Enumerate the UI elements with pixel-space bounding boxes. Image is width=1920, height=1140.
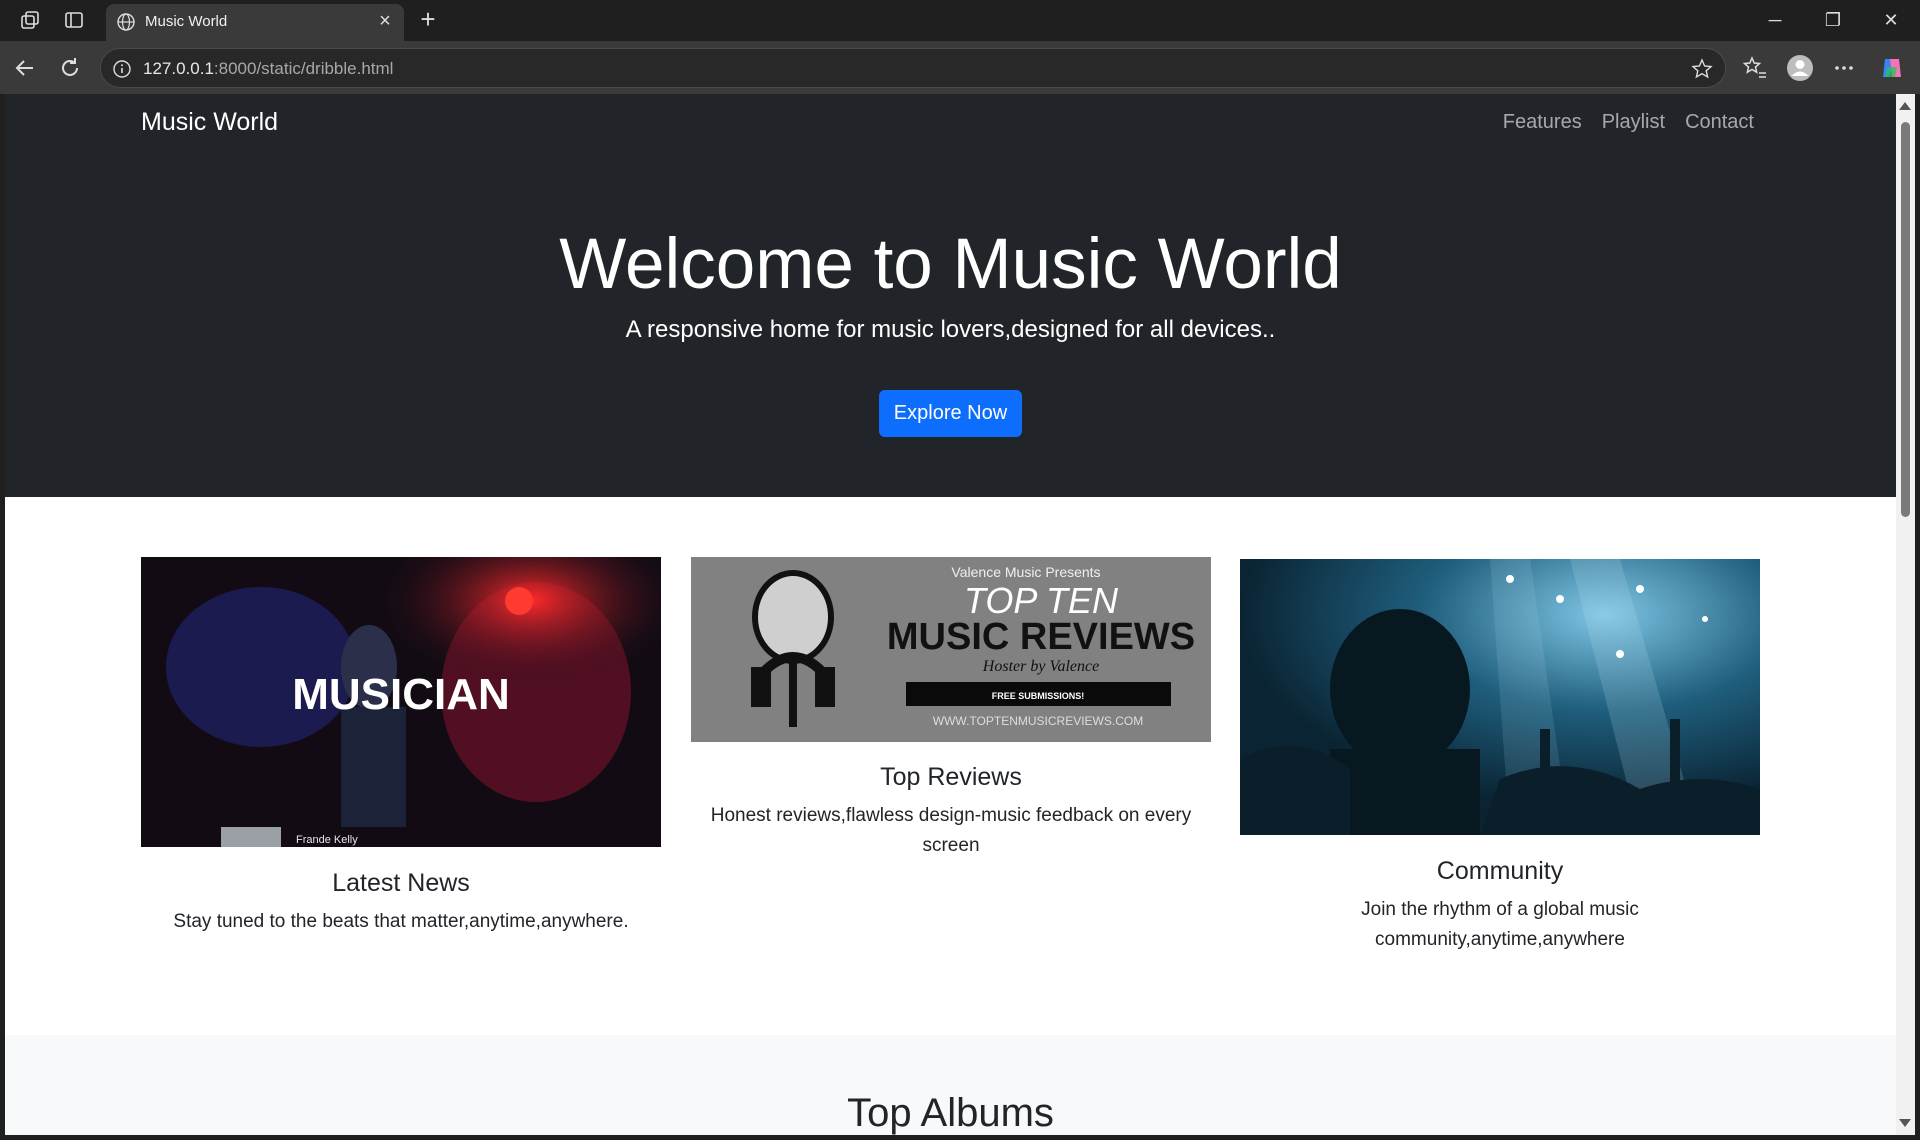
explore-now-button[interactable]: Explore Now: [879, 390, 1022, 437]
scroll-down-arrow-icon[interactable]: [1899, 1119, 1911, 1127]
hero-subtitle: A responsive home for music lovers,desig…: [625, 316, 1276, 343]
close-tab-icon[interactable]: ×: [374, 10, 396, 32]
restore-icon[interactable]: ❐: [1813, 6, 1853, 34]
musician-image: MUSICIAN Frande Kelly: [141, 557, 661, 847]
browser-tab[interactable]: Music World ×: [106, 4, 404, 41]
hero-title: Welcome to Music World: [559, 225, 1342, 304]
reviews-image-line2: MUSIC REVIEWS: [887, 616, 1195, 658]
copilot-icon[interactable]: [1877, 53, 1907, 83]
card-community: Community Join the rhythm of a global mu…: [1240, 559, 1760, 959]
scrollbar-thumb[interactable]: [1901, 122, 1910, 517]
card-title: Latest News: [332, 869, 470, 897]
top-ten-reviews-image: Valence Music Presents TOP TEN MUSIC REV…: [691, 557, 1211, 742]
minimize-icon[interactable]: ─: [1755, 6, 1795, 34]
site-info-icon[interactable]: [112, 59, 132, 79]
favorites-icon[interactable]: [1740, 53, 1770, 83]
window-border-right: [1915, 94, 1920, 1140]
card-text: Honest reviews,flawless design-music fee…: [710, 805, 1192, 856]
concert-crowd-image: [1240, 559, 1760, 835]
card-text: Stay tuned to the beats that matter,anyt…: [173, 911, 629, 932]
card-text: Join the rhythm of a global music commun…: [1361, 899, 1639, 950]
new-tab-icon[interactable]: +: [414, 5, 442, 33]
reviews-image-line1: TOP TEN: [964, 580, 1119, 621]
favorite-star-icon[interactable]: [1691, 58, 1713, 80]
card-title: Community: [1436, 857, 1564, 885]
musician-image-title: MUSICIAN: [292, 670, 510, 719]
reviews-image-presents: Valence Music Presents: [951, 564, 1100, 580]
page-viewport: Music World Features Playlist Contact We…: [5, 94, 1896, 1135]
back-icon[interactable]: [10, 53, 40, 83]
card-latest-news: MUSICIAN Frande Kelly Latest News Stay t…: [141, 557, 661, 937]
hero-section: Music World Features Playlist Contact We…: [5, 94, 1896, 497]
page-scrollbar[interactable]: [1896, 94, 1915, 1135]
musician-image-caption: Frande Kelly: [296, 834, 358, 846]
window-border-bottom: [0, 1135, 1920, 1140]
nav-link-contact[interactable]: Contact: [1685, 111, 1754, 134]
scroll-up-arrow-icon[interactable]: [1899, 102, 1911, 110]
url-text: 127.0.0.1:8000/static/dribble.html: [143, 59, 394, 78]
albums-section: Top Albums: [5, 1035, 1896, 1135]
reviews-image-url: WWW.TOPTENMUSICREVIEWS.COM: [933, 714, 1143, 728]
browser-toolbar: 127.0.0.1:8000/static/dribble.html: [0, 41, 1920, 94]
reviews-image-badge: FREE SUBMISSIONS!: [992, 691, 1085, 701]
more-options-icon[interactable]: [1829, 53, 1859, 83]
navbar-links: Features Playlist Contact: [1503, 111, 1754, 134]
browser-tab-bar: Music World × + ─ ❐ ✕: [0, 0, 1920, 41]
card-title: Top Reviews: [880, 763, 1022, 791]
tab-actions-icon[interactable]: [62, 8, 86, 32]
reviews-image-line3: Hoster by Valence: [982, 658, 1099, 675]
address-bar[interactable]: 127.0.0.1:8000/static/dribble.html: [100, 48, 1726, 88]
nav-link-playlist[interactable]: Playlist: [1602, 111, 1665, 134]
reload-icon[interactable]: [55, 53, 85, 83]
navbar-brand[interactable]: Music World: [141, 108, 278, 137]
albums-title: Top Albums: [847, 1091, 1054, 1135]
workspaces-icon[interactable]: [18, 8, 42, 32]
close-window-icon[interactable]: ✕: [1871, 6, 1911, 34]
card-top-reviews: Valence Music Presents TOP TEN MUSIC REV…: [691, 557, 1211, 877]
nav-link-features[interactable]: Features: [1503, 111, 1582, 134]
globe-icon: [117, 13, 135, 31]
tab-title: Music World: [145, 13, 228, 30]
profile-avatar-icon[interactable]: [1785, 53, 1815, 83]
